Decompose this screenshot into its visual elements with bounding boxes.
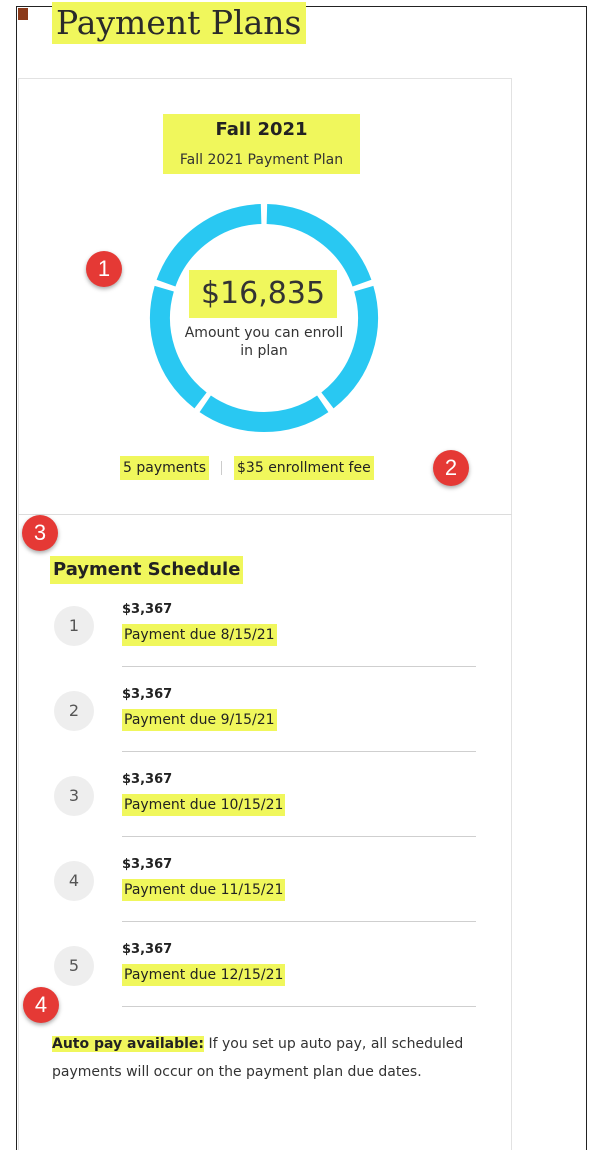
payment-due-date: Payment due 12/15/21 bbox=[122, 964, 286, 986]
payment-amount: $3,367 bbox=[122, 942, 173, 957]
payments-count: 5 payments bbox=[120, 456, 210, 480]
page-title: Payment Plans bbox=[52, 2, 306, 44]
summary-separator bbox=[221, 461, 223, 475]
schedule-row: 1 $3,367 Payment due 8/15/21 bbox=[52, 600, 476, 685]
donut-segment-3 bbox=[199, 395, 329, 432]
schedule-title: Payment Schedule bbox=[50, 556, 244, 584]
callout-badge-2: 2 bbox=[433, 450, 469, 486]
payment-number: 1 bbox=[54, 606, 94, 646]
row-divider bbox=[122, 921, 476, 922]
payment-number: 4 bbox=[54, 861, 94, 901]
payment-due-date: Payment due 8/15/21 bbox=[122, 624, 277, 646]
schedule-row: 3 $3,367 Payment due 10/15/21 bbox=[52, 770, 476, 855]
autopay-note: Auto pay available: If you set up auto p… bbox=[52, 1030, 482, 1086]
callout-badge-1: 1 bbox=[86, 251, 122, 287]
schedule-row: 5 $3,367 Payment due 12/15/21 bbox=[52, 940, 476, 1025]
card-divider bbox=[18, 514, 512, 515]
payment-due-date: Payment due 11/15/21 bbox=[122, 879, 286, 901]
payment-number: 3 bbox=[54, 776, 94, 816]
row-divider bbox=[122, 751, 476, 752]
payment-amount: $3,367 bbox=[122, 857, 173, 872]
payment-amount: $3,367 bbox=[122, 602, 173, 617]
plan-term-title: Fall 2021 bbox=[163, 114, 360, 146]
payment-amount: $3,367 bbox=[122, 687, 173, 702]
row-divider bbox=[122, 666, 476, 667]
payment-due-date: Payment due 10/15/21 bbox=[122, 794, 286, 816]
plan-summary: 5 payments $35 enrollment fee bbox=[120, 455, 374, 481]
row-divider bbox=[122, 1006, 476, 1007]
plan-name: Fall 2021 Payment Plan bbox=[163, 146, 360, 174]
autopay-label: Auto pay available: bbox=[52, 1036, 205, 1052]
schedule-row: 4 $3,367 Payment due 11/15/21 bbox=[52, 855, 476, 940]
row-divider bbox=[122, 836, 476, 837]
payment-number: 5 bbox=[54, 946, 94, 986]
payment-due-date: Payment due 9/15/21 bbox=[122, 709, 277, 731]
enrollment-fee: $35 enrollment fee bbox=[234, 456, 374, 480]
plan-donut-chart bbox=[150, 204, 378, 432]
payment-amount: $3,367 bbox=[122, 772, 173, 787]
payment-schedule-list: 1 $3,367 Payment due 8/15/21 2 $3,367 Pa… bbox=[52, 600, 476, 1025]
title-marker bbox=[18, 8, 28, 20]
plan-amount-caption: Amount you can enroll in plan bbox=[184, 325, 344, 359]
plan-amount: $16,835 bbox=[189, 270, 337, 318]
callout-badge-3: 3 bbox=[22, 515, 58, 551]
payment-number: 2 bbox=[54, 691, 94, 731]
schedule-row: 2 $3,367 Payment due 9/15/21 bbox=[52, 685, 476, 770]
